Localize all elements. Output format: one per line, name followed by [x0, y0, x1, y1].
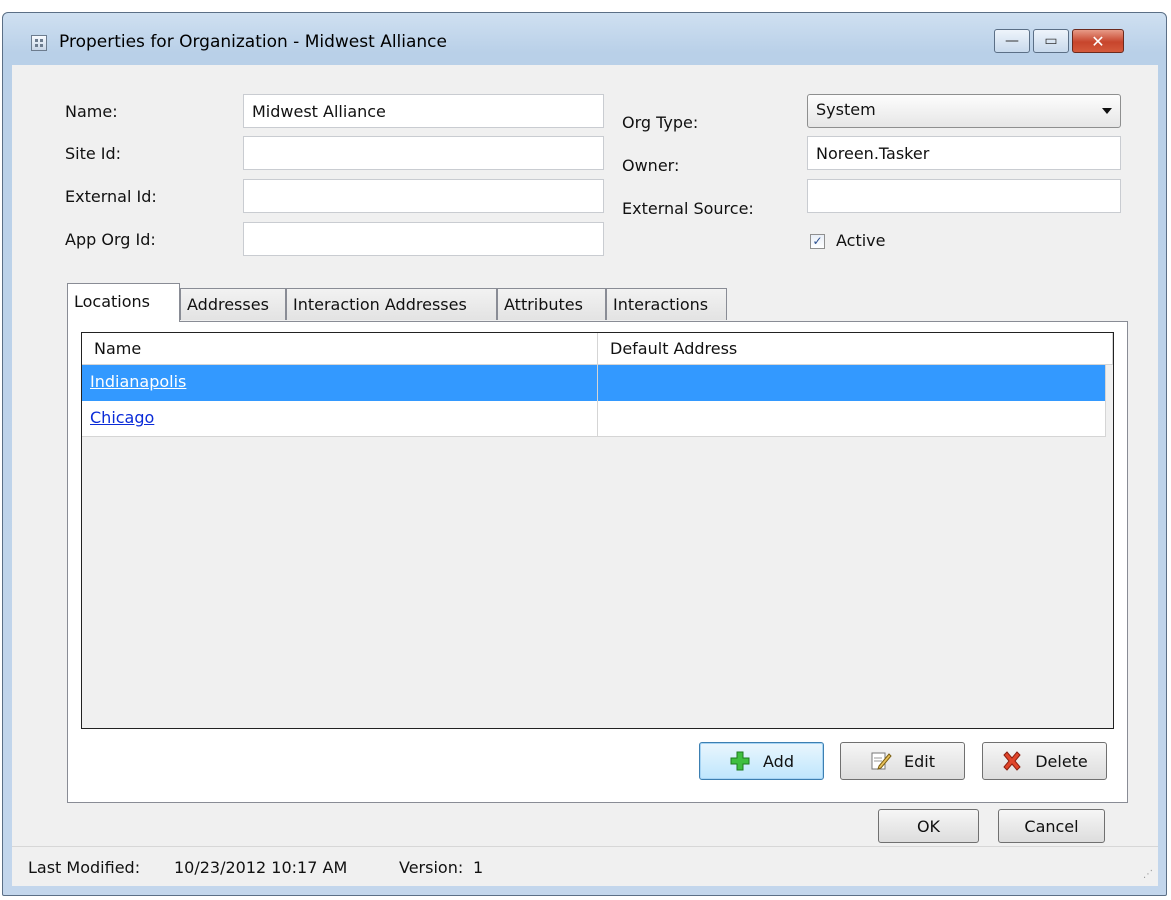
window-title: Properties for Organization - Midwest Al… — [59, 32, 447, 52]
resize-grip-icon[interactable]: ⋰ — [1143, 869, 1153, 880]
column-header-name[interactable]: Name — [82, 333, 598, 365]
external-id-label: External Id: — [65, 187, 157, 206]
ok-button[interactable]: OK — [878, 809, 979, 843]
locations-tab-panel: Name Default Address Indianapolis Chicag… — [67, 321, 1128, 803]
location-link-indianapolis[interactable]: Indianapolis — [90, 372, 186, 391]
last-modified-value: 10/23/2012 10:17 AM — [174, 858, 348, 877]
row-name-cell: Indianapolis — [82, 365, 598, 401]
row-default-address-cell — [598, 365, 1106, 401]
app-org-id-label: App Org Id: — [65, 230, 156, 249]
version-value: 1 — [473, 858, 484, 877]
tab-interaction-addresses[interactable]: Interaction Addresses — [286, 288, 497, 320]
edit-button[interactable]: Edit — [840, 742, 965, 780]
add-button-label: Add — [763, 751, 794, 771]
site-id-field[interactable] — [243, 136, 604, 170]
chevron-down-icon — [1102, 108, 1112, 114]
dialog-window: Properties for Organization - Midwest Al… — [2, 12, 1167, 896]
table-row[interactable]: Indianapolis — [82, 365, 1106, 401]
name-field[interactable] — [243, 94, 604, 128]
tab-attributes[interactable]: Attributes — [497, 288, 606, 320]
tab-locations[interactable]: Locations — [67, 283, 180, 322]
close-icon: ✕ — [1091, 31, 1105, 51]
owner-field[interactable] — [807, 136, 1121, 170]
title-bar[interactable]: Properties for Organization - Midwest Al… — [3, 13, 1166, 53]
row-default-address-cell — [598, 401, 1106, 436]
locations-grid[interactable]: Name Default Address Indianapolis Chicag… — [81, 332, 1114, 729]
tab-interactions[interactable]: Interactions — [606, 288, 727, 320]
row-name-cell: Chicago — [82, 401, 598, 436]
maximize-button[interactable]: ▭ — [1033, 29, 1069, 53]
delete-button-label: Delete — [1035, 751, 1088, 771]
external-id-field[interactable] — [243, 179, 604, 213]
external-source-field[interactable] — [807, 179, 1121, 213]
column-header-default-address[interactable]: Default Address — [598, 333, 1113, 365]
version-label: Version: — [399, 858, 464, 877]
org-type-label: Org Type: — [622, 113, 699, 132]
status-bar: Last Modified: 10/23/2012 10:17 AM Versi… — [12, 846, 1158, 886]
delete-button[interactable]: Delete — [982, 742, 1107, 780]
active-checkbox[interactable]: ✓ — [810, 234, 825, 249]
site-id-label: Site Id: — [65, 144, 122, 163]
minimize-button[interactable]: — — [994, 29, 1030, 53]
org-type-value: System — [816, 100, 876, 119]
maximize-icon: ▭ — [1044, 33, 1058, 49]
app-org-id-field[interactable] — [243, 222, 604, 256]
edit-note-icon — [870, 750, 892, 772]
external-source-label: External Source: — [622, 199, 754, 218]
tab-addresses[interactable]: Addresses — [180, 288, 286, 320]
cancel-button[interactable]: Cancel — [998, 809, 1105, 843]
minimize-icon: — — [1005, 33, 1019, 49]
edit-button-label: Edit — [904, 751, 935, 771]
red-x-icon — [1001, 750, 1023, 772]
add-button[interactable]: Add — [699, 742, 824, 780]
org-type-select[interactable]: System — [807, 94, 1121, 128]
owner-label: Owner: — [622, 156, 680, 175]
green-plus-icon — [729, 750, 751, 772]
table-row[interactable]: Chicago — [82, 401, 1106, 437]
app-grid-icon — [31, 35, 47, 51]
active-label: Active — [836, 231, 886, 250]
dialog-client-area: Name: Site Id: External Id: App Org Id: … — [12, 65, 1158, 886]
name-label: Name: — [65, 102, 118, 121]
last-modified-label: Last Modified: — [28, 858, 141, 877]
close-button[interactable]: ✕ — [1072, 29, 1124, 53]
location-link-chicago[interactable]: Chicago — [90, 408, 154, 427]
